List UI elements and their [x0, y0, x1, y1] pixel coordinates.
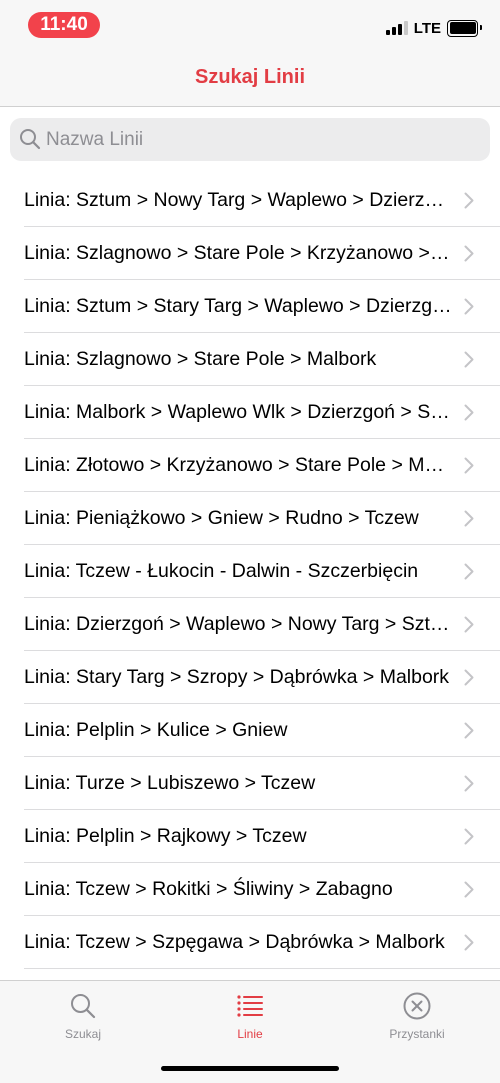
chevron-right-icon	[464, 563, 474, 580]
chevron-right-icon	[464, 457, 474, 474]
chevron-right-icon	[464, 245, 474, 262]
line-label: Linia: Sztum > Nowy Targ > Waplewo > Dzi…	[24, 189, 452, 211]
line-label: Linia: Złotowo > Krzyżanowo > Stare Pole…	[24, 454, 452, 476]
chevron-right-icon	[464, 404, 474, 421]
line-label: Linia: Szlagnowo > Stare Pole > Krzyżano…	[24, 242, 452, 264]
lines-list: Linia: Sztum > Nowy Targ > Waplewo > Dzi…	[0, 174, 500, 980]
list-item[interactable]: Linia: Pelplin > Rajkowy > Tczew	[0, 810, 500, 863]
line-label: Linia: Pieniążkowo > Gniew > Rudno > Tcz…	[24, 507, 419, 529]
list-item[interactable]: Linia: Tczew > Rokitki > Śliwiny > Zabag…	[0, 863, 500, 916]
list-item[interactable]: Linia: Stary Targ > Szropy > Dąbrówka > …	[0, 651, 500, 704]
close-circle-icon	[403, 992, 431, 1020]
search-bar	[0, 107, 500, 173]
list-item[interactable]: Linia: Szlagnowo > Stare Pole > Krzyżano…	[0, 227, 500, 280]
chevron-right-icon	[464, 298, 474, 315]
chevron-right-icon	[464, 616, 474, 633]
search-input[interactable]	[10, 118, 490, 161]
list-item[interactable]: Linia: Dzierzgoń > Waplewo > Nowy Targ >…	[0, 598, 500, 651]
tab-label: Przystanki	[389, 1027, 445, 1041]
tab-przystanki[interactable]: Przystanki	[334, 991, 500, 1051]
chevron-right-icon	[464, 510, 474, 527]
list-icon	[237, 995, 263, 1017]
line-label: Linia: Tczew - Łukocin - Dalwin - Szczer…	[24, 560, 419, 582]
page-title: Szukaj Linii	[194, 66, 306, 88]
line-label: Linia: Tczew > Szpęgawa > Dąbrówka > Mal…	[24, 931, 445, 953]
network-type: LTE	[413, 19, 441, 37]
chevron-right-icon	[464, 934, 474, 951]
list-item[interactable]: Linia: Malbork > Waplewo Wlk > Dzierzgoń…	[0, 386, 500, 439]
tab-linie[interactable]: Linie	[167, 991, 333, 1051]
tab-label: Szukaj	[64, 1027, 102, 1041]
line-label: Linia: Stary Targ > Szropy > Dąbrówka > …	[24, 666, 450, 688]
list-item[interactable]: Linia: Pelplin > Kulice > Gniew	[0, 704, 500, 757]
chevron-right-icon	[464, 722, 474, 739]
line-label: Linia: Pelplin > Rajkowy > Tczew	[24, 825, 307, 847]
tab-label: Linie	[237, 1027, 263, 1041]
line-label: Linia: Sztum > Stary Targ > Waplewo > Dz…	[24, 295, 452, 317]
list-item[interactable]: Linia: Tczew - Łukocin - Dalwin - Szczer…	[0, 545, 500, 598]
line-label: Linia: Malbork > Waplewo Wlk > Dzierzgoń…	[24, 401, 452, 423]
line-label: Linia: Pelplin > Kulice > Gniew	[24, 719, 288, 741]
chevron-right-icon	[464, 881, 474, 898]
line-label: Linia: Turze > Lubiszewo > Tczew	[24, 772, 316, 794]
status-bar: 11:40 LTE	[0, 0, 500, 54]
row-separator	[24, 968, 500, 969]
line-label: Linia: Dzierzgoń > Waplewo > Nowy Targ >…	[24, 613, 452, 635]
chevron-right-icon	[464, 669, 474, 686]
status-indicators: LTE	[385, 18, 482, 38]
list-item[interactable]: Linia: Turze > Lubiszewo > Tczew	[0, 757, 500, 810]
tab-szukaj[interactable]: Szukaj	[0, 991, 166, 1051]
list-item[interactable]: Linia: Złotowo > Krzyżanowo > Stare Pole…	[0, 439, 500, 492]
magnifier-icon	[71, 994, 96, 1019]
battery-icon	[447, 19, 482, 37]
chevron-right-icon	[464, 775, 474, 792]
line-label: Linia: Tczew > Rokitki > Śliwiny > Zabag…	[24, 878, 393, 900]
chevron-right-icon	[464, 828, 474, 845]
chevron-right-icon	[464, 192, 474, 209]
line-label: Linia: Szlagnowo > Stare Pole > Malbork	[24, 348, 377, 370]
list-item[interactable]: Linia: Sztum > Nowy Targ > Waplewo > Dzi…	[0, 174, 500, 227]
list-item[interactable]: Linia: Tczew > Szpęgawa > Dąbrówka > Mal…	[0, 916, 500, 969]
chevron-right-icon	[464, 351, 474, 368]
list-item[interactable]: Linia: Sztum > Stary Targ > Waplewo > Dz…	[0, 280, 500, 333]
list-item[interactable]: Linia: Pieniążkowo > Gniew > Rudno > Tcz…	[0, 492, 500, 545]
cellular-signal-icon	[385, 21, 408, 35]
search-icon	[20, 129, 41, 150]
navigation-bar: Szukaj Linii	[0, 54, 500, 107]
status-time[interactable]: 11:40	[28, 12, 100, 38]
home-indicator	[161, 1066, 339, 1071]
list-item[interactable]: Linia: Szlagnowo > Stare Pole > Malbork	[0, 333, 500, 386]
